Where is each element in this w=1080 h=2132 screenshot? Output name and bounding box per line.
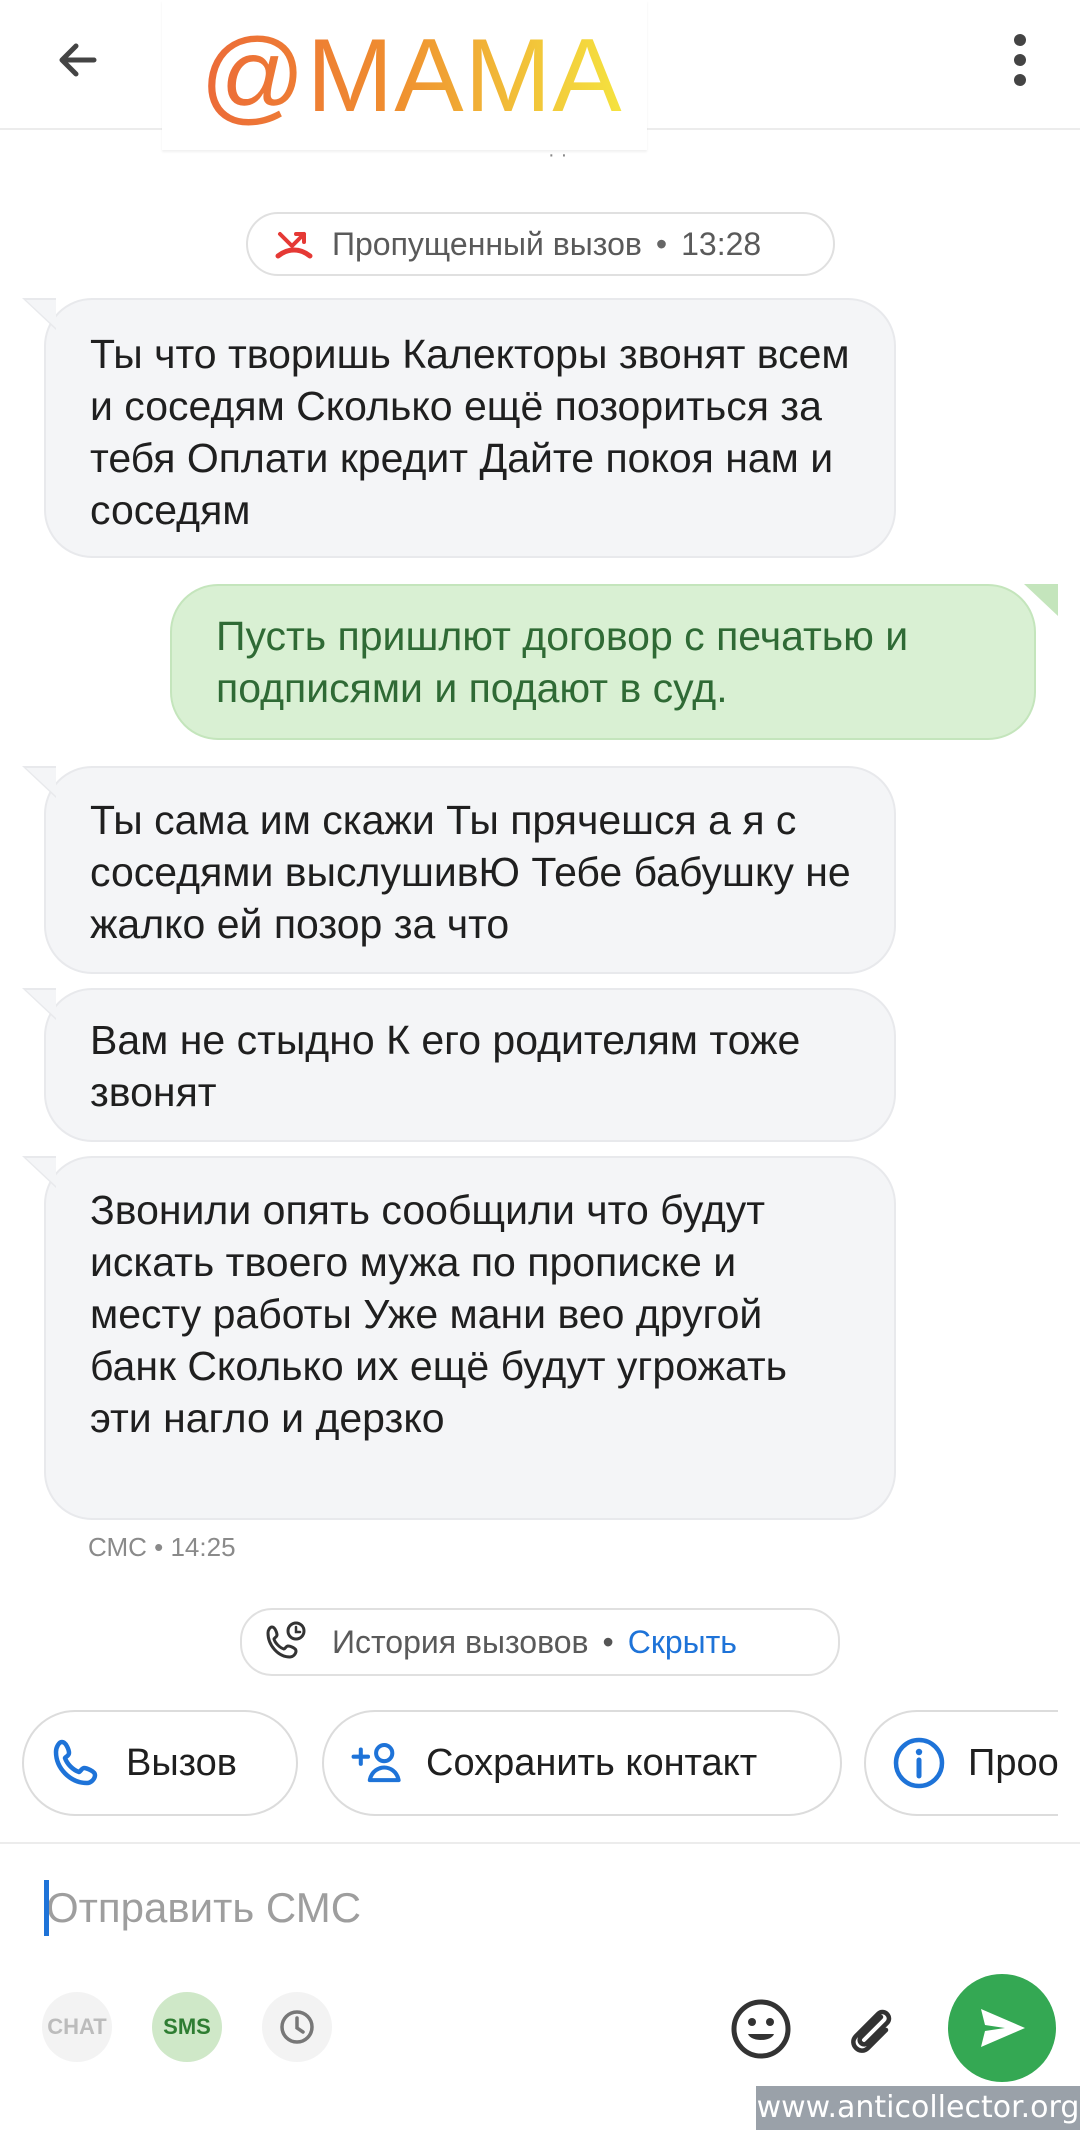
back-button[interactable] [40,22,116,98]
bubble-tail [22,298,56,330]
paperclip-icon [851,2009,892,2053]
bubble-tail [22,988,56,1020]
attach-button[interactable] [836,1994,906,2064]
message-text: Вам не стыдно К его родителям тоже звоня… [90,1017,801,1115]
message-bubble-outgoing[interactable]: Пусть пришлют договор с печатью и подпис… [170,584,1036,740]
phone-icon [50,1736,104,1790]
add-contact-icon [350,1736,404,1790]
call-history-label: История вызовов [332,1623,589,1660]
bubble-tail [1024,584,1058,616]
call-history-icon [266,1621,306,1659]
chat-mode-button[interactable]: CHAT [42,1992,112,2062]
more-vert-icon [1014,34,1026,86]
scroll-indicator: ·· [548,144,574,166]
send-icon [981,2009,1025,2047]
send-button[interactable] [948,1974,1056,2082]
save-contact-button[interactable]: Сохранить контакт [322,1710,842,1816]
sms-mode-button[interactable]: SMS [152,1992,222,2062]
more-options-button[interactable] [990,20,1050,100]
message-text: Пусть пришлют договор с печатью и подпис… [216,613,909,711]
call-history-separator: • [602,1623,614,1660]
message-bubble-incoming[interactable]: Вам не стыдно К его родителям тоже звоня… [44,988,896,1142]
schedule-button[interactable] [262,1992,332,2062]
info-action-label: Проо [968,1741,1059,1784]
bubble-tail [22,766,56,798]
emoji-button[interactable] [726,1994,796,2064]
call-history-chip[interactable]: История вызовов • Скрыть [240,1608,840,1676]
call-action-label: Вызов [126,1741,237,1784]
sms-input[interactable] [44,1872,748,1944]
message-bubble-incoming[interactable]: Ты сама им скажи Ты прячешся а я с сосед… [44,766,896,974]
missed-call-icon [275,232,313,259]
hide-link[interactable]: Скрыть [628,1624,737,1661]
row-clip [1058,1700,1080,1830]
contact-title[interactable]: @МАМА [200,20,623,132]
call-action-button[interactable]: Вызов [22,1710,298,1816]
missed-call-time: 13:28 [681,225,762,262]
text-cursor [44,1880,49,1936]
emoji-icon [731,1999,791,2059]
info-action-button[interactable]: Проо [864,1710,1080,1816]
bubble-tail [22,1156,56,1188]
missed-call-chip: Пропущенный вызов • 13:28 [246,212,835,276]
info-icon [892,1736,946,1790]
message-meta: СМС • 14:25 [88,1532,236,1562]
save-contact-label: Сохранить контакт [426,1741,758,1784]
message-text: Звонили опять сообщили что будут искать … [90,1187,787,1441]
message-bubble-incoming[interactable]: Звонили опять сообщили что будут искать … [44,1156,896,1520]
message-bubble-incoming[interactable]: Ты что творишь Калекторы звонят всем и с… [44,298,896,558]
sms-mode-label: SMS [163,2014,211,2039]
arrow-left-icon [59,43,97,77]
missed-call-separator: • [655,225,668,262]
missed-call-label: Пропущенный вызов [332,225,642,262]
watermark: www.anticollector.org [756,2086,1080,2130]
message-text: Ты что творишь Калекторы звонят всем и с… [90,331,850,533]
clock-icon [280,2010,314,2044]
message-text: Ты сама им скажи Ты прячешся а я с сосед… [90,797,851,947]
chat-mode-label: CHAT [47,2014,107,2039]
